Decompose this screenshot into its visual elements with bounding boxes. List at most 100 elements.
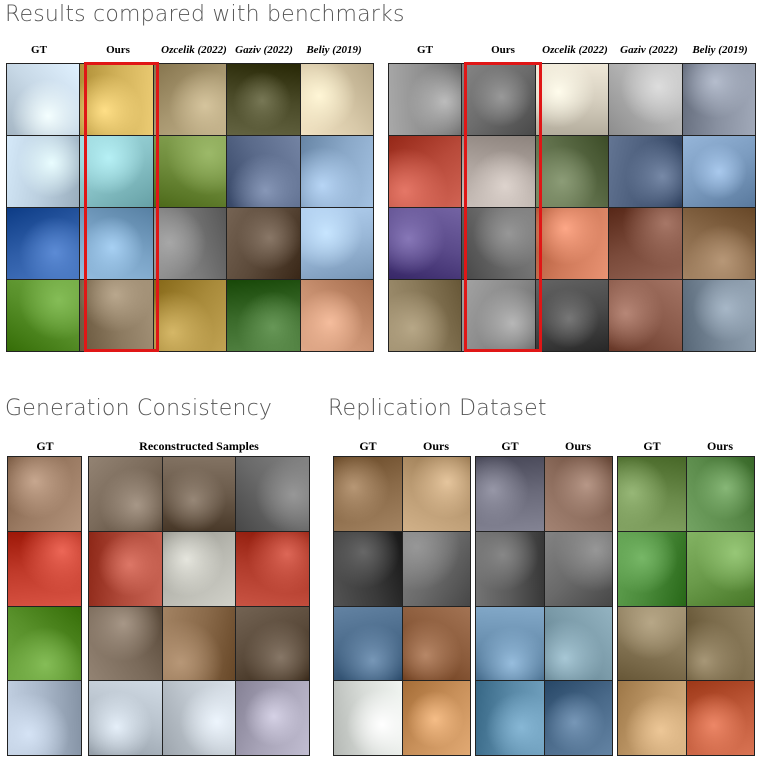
column-header-ours: Ours [491,44,515,56]
image-replication-g2-r2-ours [686,606,754,681]
image-right-r0-c4 [682,64,755,135]
image-consistency-gt-r1 [8,531,81,606]
image-left-r0-c2 [153,64,227,135]
image-replication-g1-r1-gt [476,531,544,606]
image-right-r1-c0 [389,136,462,207]
consistency-gt-column [7,456,82,756]
image-left-r3-c3 [227,280,300,351]
image-consistency-r2-s3 [236,606,309,681]
image-right-r0-c2 [535,64,609,135]
column-header-ozcelik: Ozcelik (2022) [542,44,608,56]
benchmark-grid-left [6,63,374,352]
image-replication-g2-r1-gt [618,531,686,606]
replication-grid-1 [333,456,471,756]
column-header-ozcelik: Ozcelik (2022) [161,44,227,56]
image-left-r2-c0 [7,208,80,279]
image-right-r3-c2 [535,280,609,351]
image-consistency-r3-s3 [236,681,309,755]
image-replication-g1-r1-ours [544,531,612,606]
image-left-r2-c3 [227,208,300,279]
consistency-title: Generation Consistency [5,396,273,421]
image-right-r2-c4 [682,208,755,279]
replication-ours-label: Ours [564,439,591,453]
image-consistency-r2-s1 [89,606,162,681]
image-right-r3-c4 [682,280,755,351]
image-right-r1-c2 [535,136,609,207]
image-replication-g2-r2-gt [618,606,686,681]
image-consistency-r0-s1 [89,457,162,531]
image-left-r1-c1 [80,136,153,207]
image-left-r0-c3 [227,64,300,135]
image-replication-g1-r3-gt [476,681,544,755]
column-header-gaziv: Gaziv (2022) [235,44,293,56]
image-consistency-gt-r2 [8,606,81,681]
image-right-r3-c0 [389,280,462,351]
image-replication-g2-r3-gt [618,681,686,755]
image-left-r0-c4 [300,64,373,135]
image-consistency-r1-s3 [236,531,309,606]
image-replication-g0-r3-ours [402,681,470,755]
image-consistency-r1-s2 [162,531,236,606]
image-right-r0-c1 [462,64,535,135]
image-consistency-gt-r3 [8,681,81,755]
image-left-r3-c1 [80,280,153,351]
image-right-r1-c1 [462,136,535,207]
benchmarks-title: Results compared with benchmarks [5,2,405,27]
image-left-r1-c2 [153,136,227,207]
consistency-recon-label: Reconstructed Samples [139,439,259,453]
image-right-r2-c2 [535,208,609,279]
image-right-r0-c0 [389,64,462,135]
image-replication-g1-r2-gt [476,606,544,681]
image-left-r3-c4 [300,280,373,351]
image-right-r2-c1 [462,208,535,279]
replication-gt-label: GT [643,439,661,453]
image-consistency-r1-s1 [89,531,162,606]
image-replication-g0-r0-ours [402,457,470,531]
image-consistency-r3-s1 [89,681,162,755]
image-replication-g1-r2-ours [544,606,612,681]
replication-ours-label: Ours [422,439,449,453]
consistency-gt-label: GT [36,439,54,453]
image-replication-g2-r0-gt [618,457,686,531]
image-replication-g1-r3-ours [544,681,612,755]
image-replication-g0-r3-gt [334,681,402,755]
image-replication-g0-r2-ours [402,606,470,681]
column-header-gt: GT [31,44,47,56]
image-replication-g2-r3-ours [686,681,754,755]
replication-grid-3 [617,456,755,756]
image-left-r3-c2 [153,280,227,351]
image-consistency-r0-s3 [236,457,309,531]
replication-ours-label: Ours [706,439,733,453]
image-replication-g0-r0-gt [334,457,402,531]
replication-title: Replication Dataset [328,396,547,421]
image-replication-g1-r0-ours [544,457,612,531]
column-header-gt: GT [417,44,433,56]
image-left-r0-c0 [7,64,80,135]
column-header-gaziv: Gaziv (2022) [620,44,678,56]
image-consistency-r0-s2 [162,457,236,531]
benchmark-grid-right [388,63,756,352]
replication-gt-label: GT [359,439,377,453]
image-replication-g0-r1-gt [334,531,402,606]
image-consistency-gt-r0 [8,457,81,531]
image-consistency-r3-s2 [162,681,236,755]
image-left-r3-c0 [7,280,80,351]
image-right-r2-c0 [389,208,462,279]
image-left-r2-c2 [153,208,227,279]
column-header-beliy: Beliy (2019) [306,44,362,56]
image-replication-g0-r1-ours [402,531,470,606]
image-right-r1-c3 [609,136,682,207]
image-replication-g2-r1-ours [686,531,754,606]
replication-grid-2 [475,456,613,756]
image-replication-g1-r0-gt [476,457,544,531]
image-left-r1-c3 [227,136,300,207]
image-right-r0-c3 [609,64,682,135]
replication-gt-label: GT [501,439,519,453]
image-left-r2-c1 [80,208,153,279]
consistency-recon-grid [88,456,310,756]
image-right-r2-c3 [609,208,682,279]
image-consistency-r2-s2 [162,606,236,681]
image-left-r1-c4 [300,136,373,207]
column-header-ours: Ours [106,44,130,56]
image-replication-g0-r2-gt [334,606,402,681]
